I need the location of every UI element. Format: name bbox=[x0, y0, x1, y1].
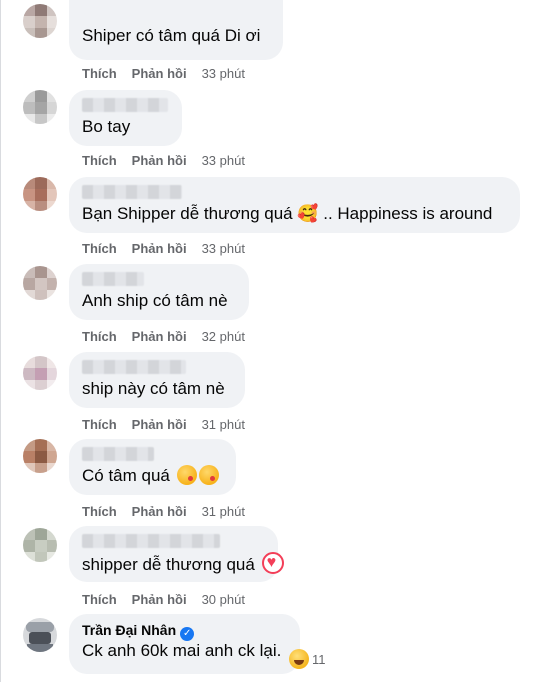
avatar[interactable] bbox=[23, 439, 57, 473]
timestamp[interactable]: 33 phút bbox=[202, 153, 245, 168]
reply-button[interactable]: Phản hồi bbox=[132, 329, 187, 344]
like-button[interactable]: Thích bbox=[82, 66, 117, 81]
avatar[interactable] bbox=[23, 4, 57, 38]
verified-badge-icon: ✓ bbox=[180, 627, 195, 641]
timestamp[interactable]: 32 phút bbox=[202, 329, 245, 344]
timestamp[interactable]: 33 phút bbox=[202, 66, 245, 81]
comment-actions: Thích Phản hồi 33 phút bbox=[82, 241, 245, 256]
avatar[interactable] bbox=[23, 356, 57, 390]
comment-author[interactable] bbox=[82, 534, 220, 548]
reply-button[interactable]: Phản hồi bbox=[132, 153, 187, 168]
timestamp[interactable]: 33 phút bbox=[202, 241, 245, 256]
like-button[interactable]: Thích bbox=[82, 417, 117, 432]
comment-text: Bạn Shipper dễ thương quá 🥰 .. Happiness… bbox=[82, 204, 493, 223]
timestamp[interactable]: 30 phút bbox=[202, 592, 245, 607]
reaction-count: 11 bbox=[312, 651, 326, 667]
avatar[interactable] bbox=[23, 90, 57, 124]
reaction-summary[interactable]: 11 bbox=[289, 648, 326, 670]
comment-thread: Shiper có tâm quá Di ơi Thích Phản hồi 33 … bbox=[0, 0, 543, 682]
comment-text: Có tâm quá bbox=[82, 465, 224, 487]
comment-author[interactable] bbox=[82, 360, 186, 374]
like-button[interactable]: Thích bbox=[82, 241, 117, 256]
comment-actions: Thích Phản hồi 33 phút bbox=[82, 66, 245, 81]
like-button[interactable]: Thích bbox=[82, 592, 117, 607]
avatar[interactable] bbox=[23, 528, 57, 562]
comment-author[interactable] bbox=[82, 447, 154, 461]
comment-author[interactable] bbox=[82, 185, 182, 199]
reply-button[interactable]: Phản hồi bbox=[132, 592, 187, 607]
heart-emoji-icon bbox=[261, 552, 284, 574]
comment-bubble: Bo tay bbox=[69, 90, 182, 146]
comment-bubble: Trần Đại Nhân ✓ Ck anh 60k mai anh ck lại… bbox=[69, 614, 300, 674]
comment-actions: Thích Phản hồi 31 phút bbox=[82, 417, 245, 432]
comment-text: Bo tay bbox=[82, 117, 131, 136]
timestamp[interactable]: 31 phút bbox=[202, 504, 245, 519]
comment-bubble: Có tâm quá bbox=[69, 439, 236, 495]
comment-author[interactable]: Trần Đại Nhân ✓ bbox=[82, 622, 288, 641]
comment-bubble: Bạn Shipper dễ thương quá 🥰 .. Happiness… bbox=[69, 177, 520, 233]
reply-button[interactable]: Phản hồi bbox=[132, 417, 187, 432]
comment-author[interactable] bbox=[82, 272, 144, 286]
reply-button[interactable]: Phản hồi bbox=[132, 241, 187, 256]
comment-actions: Thích Phản hồi 31 phút bbox=[82, 504, 245, 519]
comment-actions: Thích Phản hồi 30 phút bbox=[82, 592, 245, 607]
like-button[interactable]: Thích bbox=[82, 329, 117, 344]
comment-bubble: shipper dễ thương quá bbox=[69, 526, 284, 582]
comment-bubble: ship này có tâm nè bbox=[69, 352, 245, 408]
like-button[interactable]: Thích bbox=[82, 153, 117, 168]
kissing-face-emoji-icon bbox=[176, 465, 197, 485]
comment-actions: Thích Phản hồi 33 phút bbox=[82, 153, 245, 168]
comment-author[interactable] bbox=[82, 98, 168, 112]
comment-actions: Thích Phản hồi 32 phút bbox=[82, 329, 245, 344]
comment-text: ship này có tâm nè bbox=[82, 379, 225, 398]
comment-text: Anh ship có tâm nè bbox=[82, 291, 228, 310]
reply-button[interactable]: Phản hồi bbox=[132, 66, 187, 81]
comment-text: Ck anh 60k mai anh ck lại. bbox=[82, 641, 282, 660]
reply-button[interactable]: Phản hồi bbox=[132, 504, 187, 519]
laughing-face-reaction-icon bbox=[289, 649, 309, 669]
comment-bubble: Shiper có tâm quá Di ơi bbox=[69, 0, 283, 60]
kissing-face-emoji-icon bbox=[198, 465, 219, 485]
avatar[interactable] bbox=[23, 266, 57, 300]
comment-text: Shiper có tâm quá Di ơi bbox=[82, 26, 261, 45]
timestamp[interactable]: 31 phút bbox=[202, 417, 245, 432]
avatar[interactable] bbox=[23, 177, 57, 211]
like-button[interactable]: Thích bbox=[82, 504, 117, 519]
comment-bubble: Anh ship có tâm nè bbox=[69, 264, 249, 320]
comment-text: shipper dễ thương quá bbox=[82, 552, 284, 576]
avatar[interactable] bbox=[23, 618, 57, 652]
